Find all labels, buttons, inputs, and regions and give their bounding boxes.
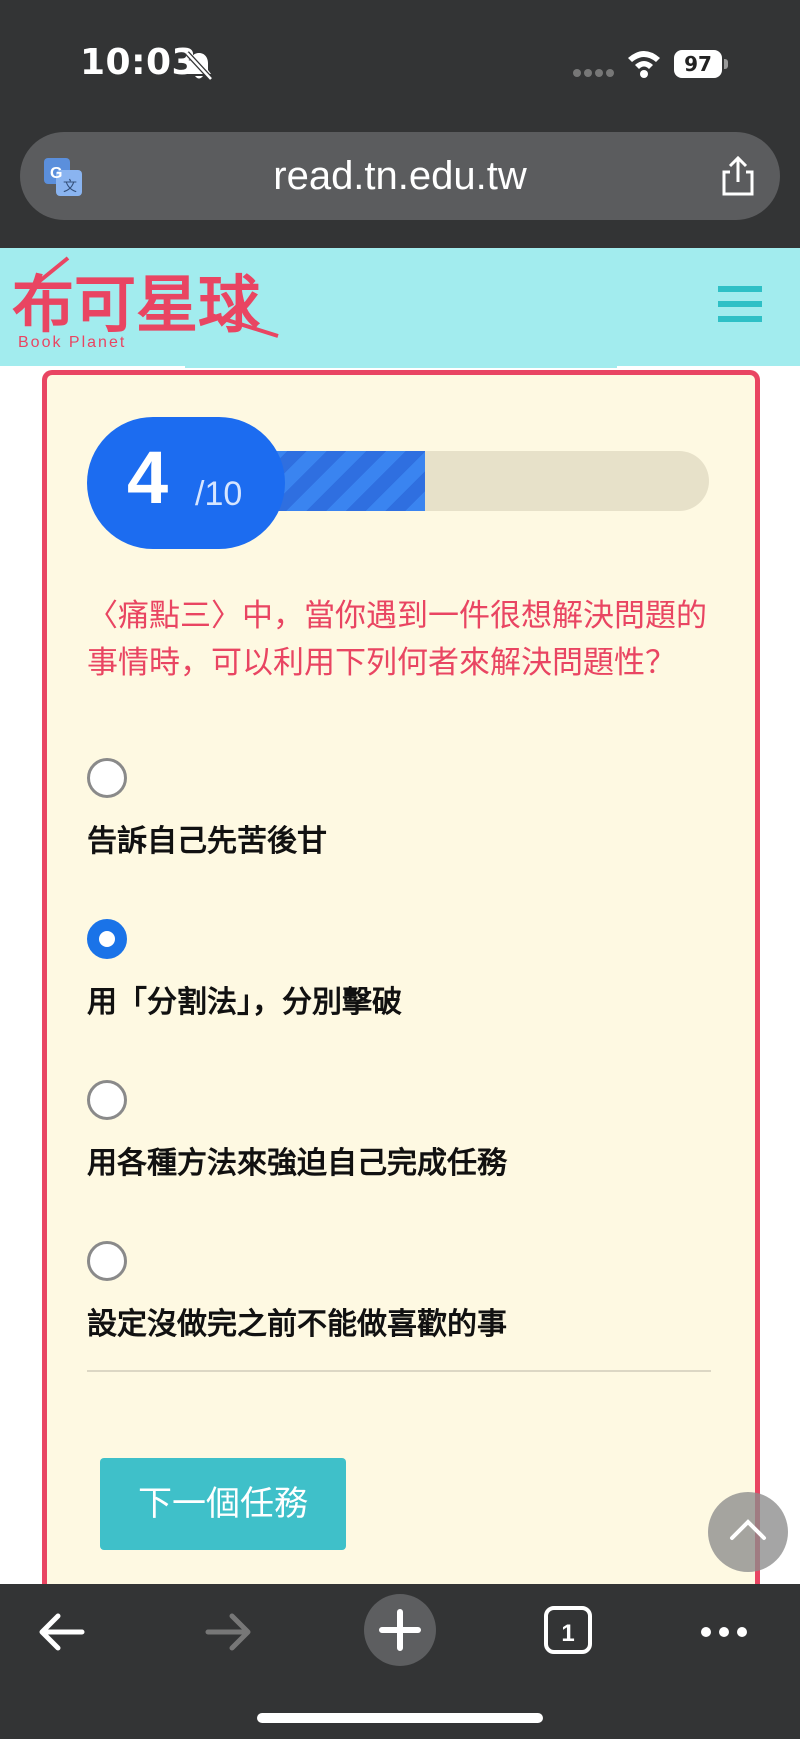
- option-label[interactable]: 用「分割法」，分別擊破: [87, 977, 402, 1021]
- book-planet-logo[interactable]: 布可星球 Book Planet: [8, 254, 284, 362]
- more-dots-icon[interactable]: [684, 1602, 764, 1662]
- home-indicator: [257, 1713, 543, 1723]
- share-icon[interactable]: [718, 154, 758, 198]
- status-time: 10:03: [80, 42, 198, 83]
- logo-subtext: Book Planet: [18, 334, 126, 351]
- radio-button[interactable]: [87, 1241, 127, 1281]
- option-label[interactable]: 告訴自己先苦後甘: [87, 816, 327, 860]
- progress-total: /10: [195, 475, 243, 513]
- progress-current: 4: [127, 436, 169, 519]
- option-3[interactable]: 用各種方法來強迫自己完成任務: [87, 1080, 707, 1190]
- status-bar: 10:03 97: [0, 0, 800, 130]
- option-2[interactable]: 用「分割法」，分別擊破: [87, 919, 707, 1029]
- progress-bubble: 4 /10: [87, 417, 285, 549]
- page-content: 4 /10 〈痛點三〉中，當你遇到一件很想解決問題的事情時，可以利用下列何者來解…: [0, 366, 800, 1600]
- quiz-progress: 4 /10: [87, 417, 709, 549]
- divider: [87, 1370, 711, 1372]
- forward-arrow-icon[interactable]: [190, 1602, 270, 1662]
- new-tab-plus-icon[interactable]: [360, 1590, 440, 1670]
- option-4[interactable]: 設定沒做完之前不能做喜歡的事: [87, 1241, 707, 1351]
- site-header: 布可星球 Book Planet: [0, 248, 800, 366]
- wifi-icon: [628, 51, 660, 78]
- logo-text: 布可星球: [12, 268, 261, 341]
- tabs-count-icon[interactable]: 1: [528, 1602, 608, 1662]
- option-1[interactable]: 告訴自己先苦後甘: [87, 758, 707, 868]
- radio-button[interactable]: [87, 758, 127, 798]
- radio-button-selected[interactable]: [87, 919, 127, 959]
- option-label[interactable]: 用各種方法來強迫自己完成任務: [87, 1138, 507, 1182]
- next-task-button[interactable]: 下一個任務: [100, 1458, 346, 1550]
- option-label[interactable]: 設定沒做完之前不能做喜歡的事: [87, 1299, 507, 1343]
- back-arrow-icon[interactable]: [24, 1602, 104, 1662]
- hamburger-menu-icon[interactable]: [718, 284, 762, 324]
- quiz-card: 4 /10 〈痛點三〉中，當你遇到一件很想解決問題的事情時，可以利用下列何者來解…: [42, 370, 760, 1600]
- bell-slash-icon: [185, 51, 213, 81]
- tab-count: 1: [561, 1620, 574, 1647]
- battery-icon: 97: [674, 50, 728, 78]
- battery-level: 97: [674, 50, 722, 78]
- scroll-to-top-button[interactable]: [708, 1492, 788, 1572]
- chevron-up-icon: [730, 1519, 766, 1540]
- radio-button[interactable]: [87, 1080, 127, 1120]
- address-bar[interactable]: G 文 read.tn.edu.tw: [20, 132, 780, 220]
- header-underline: [185, 362, 617, 368]
- url-text[interactable]: read.tn.edu.tw: [20, 132, 780, 220]
- signal-icon: [573, 69, 614, 77]
- question-text: 〈痛點三〉中，當你遇到一件很想解決問題的事情時，可以利用下列何者來解決問題性？: [87, 598, 707, 681]
